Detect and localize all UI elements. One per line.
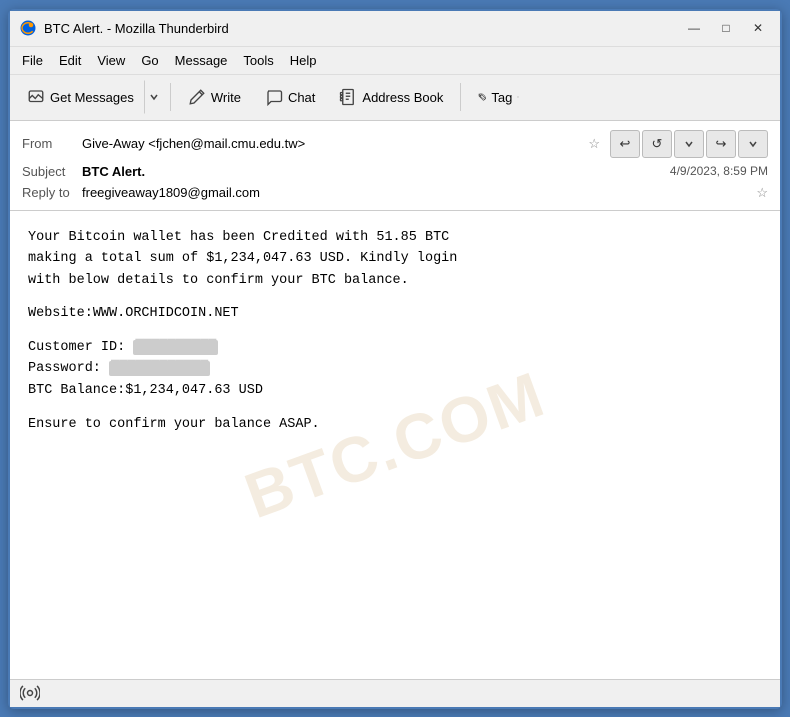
email-date: 4/9/2023, 8:59 PM: [670, 164, 768, 178]
separator-1: [170, 83, 171, 111]
chat-icon: [265, 88, 283, 106]
password-redacted: ████████████: [109, 361, 210, 376]
reply-to-row: Reply to freegiveaway1809@gmail.com ☆: [22, 182, 768, 204]
status-bar: [10, 679, 780, 707]
radio-tower-icon: [18, 681, 42, 705]
website-value: WWW.ORCHIDCOIN.NET: [93, 306, 239, 321]
body-closing: Ensure to confirm your balance ASAP.: [28, 414, 762, 436]
body-credentials: Customer ID: ██████████ Password: ██████…: [28, 337, 762, 402]
reply-all-button[interactable]: ↺: [642, 130, 672, 158]
menu-message[interactable]: Message: [167, 50, 236, 71]
menu-view[interactable]: View: [89, 50, 133, 71]
main-window: BTC Alert. - Mozilla Thunderbird — □ ✕ F…: [8, 9, 782, 709]
body-paragraph-1: Your Bitcoin wallet has been Credited wi…: [28, 227, 762, 292]
from-row: From Give-Away <fjchen@mail.cmu.edu.tw> …: [22, 127, 768, 161]
thunderbird-icon: [18, 18, 38, 38]
menu-bar: File Edit View Go Message Tools Help: [10, 47, 780, 75]
write-button[interactable]: Write: [177, 80, 252, 114]
tag-icon: [478, 93, 486, 101]
password-label: Password:: [28, 361, 101, 376]
subject-label: Subject: [22, 164, 82, 179]
menu-edit[interactable]: Edit: [51, 50, 89, 71]
address-book-button[interactable]: Address Book: [328, 80, 454, 114]
chat-button[interactable]: Chat: [254, 80, 326, 114]
more-button[interactable]: [738, 130, 768, 158]
inbox-icon: [27, 88, 45, 106]
reply-to-value: freegiveaway1809@gmail.com: [82, 185, 750, 200]
customer-id-redacted: ██████████: [133, 340, 218, 355]
separator-2: [460, 83, 461, 111]
website-label: Website:: [28, 306, 93, 321]
btc-balance-label: BTC Balance:: [28, 383, 125, 398]
chevron-down-icon-more: [748, 139, 758, 149]
menu-file[interactable]: File: [14, 50, 51, 71]
window-controls: — □ ✕: [680, 17, 772, 39]
title-bar: BTC Alert. - Mozilla Thunderbird — □ ✕: [10, 11, 780, 47]
get-messages-group: Get Messages: [16, 80, 164, 114]
minimize-button[interactable]: —: [680, 17, 708, 39]
subject-value: BTC Alert.: [82, 164, 670, 179]
tag-dropdown-chevron: [517, 92, 519, 102]
chevron-down-icon-nav: [684, 139, 694, 149]
tag-button[interactable]: Tag: [467, 80, 530, 114]
menu-tools[interactable]: Tools: [235, 50, 281, 71]
from-value: Give-Away <fjchen@mail.cmu.edu.tw>: [82, 136, 582, 151]
forward-button[interactable]: ↪: [706, 130, 736, 158]
from-star-icon[interactable]: ☆: [588, 136, 600, 152]
maximize-button[interactable]: □: [712, 17, 740, 39]
customer-id-label: Customer ID:: [28, 340, 125, 355]
chevron-down-icon: [149, 92, 159, 102]
address-book-icon: [339, 88, 357, 106]
email-nav-controls: ↩ ↺ ↪: [610, 130, 768, 158]
btc-balance-value: $1,234,047.63 USD: [125, 383, 263, 398]
close-button[interactable]: ✕: [744, 17, 772, 39]
body-website: Website:WWW.ORCHIDCOIN.NET: [28, 303, 762, 325]
email-header: From Give-Away <fjchen@mail.cmu.edu.tw> …: [10, 121, 780, 211]
menu-go[interactable]: Go: [133, 50, 166, 71]
reply-button[interactable]: ↩: [610, 130, 640, 158]
menu-help[interactable]: Help: [282, 50, 325, 71]
reply-to-star-icon[interactable]: ☆: [756, 185, 768, 201]
reply-to-label: Reply to: [22, 185, 82, 200]
pencil-icon: [188, 88, 206, 106]
window-title: BTC Alert. - Mozilla Thunderbird: [44, 21, 680, 36]
nav-dropdown-button[interactable]: [674, 130, 704, 158]
from-label: From: [22, 136, 82, 151]
get-messages-dropdown[interactable]: [144, 80, 164, 114]
email-body: BTC.COM Your Bitcoin wallet has been Cre…: [10, 211, 780, 679]
get-messages-button[interactable]: Get Messages: [16, 80, 144, 114]
subject-row: Subject BTC Alert. 4/9/2023, 8:59 PM: [22, 161, 768, 182]
toolbar: Get Messages Write Chat: [10, 75, 780, 121]
